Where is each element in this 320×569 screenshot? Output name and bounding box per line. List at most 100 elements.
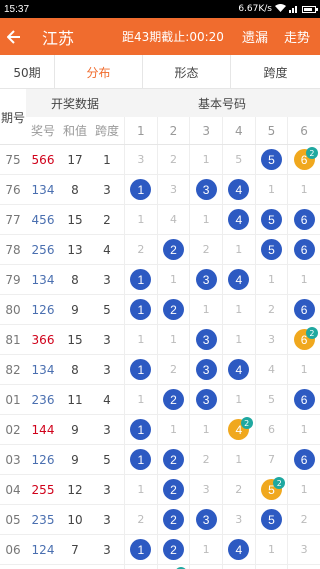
number-ball: 5 [260, 239, 282, 260]
span-cell: 4 [103, 242, 111, 257]
number-ball: 1 [130, 299, 152, 320]
span-cell: 5 [103, 302, 111, 317]
miss-count: 2 [235, 483, 243, 496]
number-ball: 2 [162, 449, 184, 470]
base-number-cell: 1 [124, 325, 157, 354]
base-number-cell: 3 [189, 565, 222, 569]
base-number-cell: 62 [287, 325, 320, 354]
network-speed: 6.67K/s [238, 4, 272, 14]
base-number-cell: 3 [189, 265, 222, 294]
trend-button[interactable]: 走势 [284, 27, 310, 46]
base-number-cell: 3 [287, 535, 320, 564]
tab-shape[interactable]: 形态 [143, 55, 231, 89]
base-number-header: 4 [221, 117, 255, 144]
base-number-cell: 1 [287, 475, 320, 504]
number-ball: 3 [195, 359, 217, 380]
table-row: 04 255 12 3 1 2 3 2 5 2 1 [0, 475, 320, 505]
base-number-cell: 1 [221, 385, 255, 414]
base-number-cell: 1 [124, 385, 157, 414]
missing-stats-button[interactable]: 遗漏 [242, 27, 268, 46]
number-ball: 6 [293, 209, 315, 230]
base-number-header: 6 [287, 117, 320, 144]
sum-cell: 9 [71, 302, 79, 317]
miss-count: 1 [137, 333, 145, 346]
repeat-count-badge: 2 [240, 417, 253, 429]
miss-count: 1 [235, 243, 243, 256]
number-ball: 2 [162, 389, 184, 410]
issue-cell: 78 [5, 242, 21, 257]
miss-count: 1 [202, 213, 210, 226]
number-ball: 2 [162, 539, 184, 560]
issue-cell: 82 [5, 362, 21, 377]
table-row: 75 566 17 1 3 2 1 5 5 6 2 [0, 145, 320, 175]
base-number-cell: 1 [254, 265, 288, 294]
base-number-cell: 2 [156, 475, 190, 504]
issue-cell: 03 [5, 452, 21, 467]
tab-span[interactable]: 跨度 [231, 55, 320, 89]
tab-distribution[interactable]: 分布 [55, 55, 143, 89]
sum-cell: 8 [71, 182, 79, 197]
base-number-cell: 6 [254, 415, 288, 444]
table-row: 78 256 13 4 2 2 2 1 5 6 [0, 235, 320, 265]
base-number-cell: 6 [287, 445, 320, 474]
base-number-cell: 5 [254, 205, 288, 234]
miss-count: 1 [235, 453, 243, 466]
miss-count: 1 [267, 543, 275, 556]
span-cell: 3 [103, 272, 111, 287]
table-row: 81 366 15 3 1 1 3 1 3 6 2 [0, 325, 320, 355]
base-number-cell: 3 [254, 325, 288, 354]
back-button[interactable] [0, 18, 28, 55]
span-cell: 3 [103, 362, 111, 377]
span-cell: 2 [103, 212, 111, 227]
base-number-cell: 2 [156, 535, 190, 564]
miss-count: 6 [267, 423, 275, 436]
base-number-cell: 1 [221, 325, 255, 354]
number-ball: 6 [293, 299, 315, 320]
base-number-cell: 2 [156, 505, 190, 534]
base-number-cell: 2 [254, 295, 288, 324]
number-ball: 5 [260, 509, 282, 530]
miss-count: 1 [300, 273, 308, 286]
miss-count: 4 [267, 363, 275, 376]
miss-count: 2 [137, 513, 145, 526]
miss-count: 1 [202, 303, 210, 316]
base-number-cell: 2 [124, 505, 157, 534]
issue-cell: 05 [5, 512, 21, 527]
base-number-cell: 7 [254, 445, 288, 474]
base-number-cell: 2 [156, 355, 190, 384]
wifi-icon [275, 3, 286, 15]
issue-cell: 02 [5, 422, 21, 437]
number-ball: 5 [260, 149, 282, 170]
base-number-cell: 2 [156, 145, 190, 174]
number-ball: 4 [228, 269, 250, 290]
base-number-cell: 2 [287, 505, 320, 534]
base-number-cell: 6 [287, 295, 320, 324]
draw-number-cell: 223 [26, 565, 60, 569]
miss-count: 2 [202, 243, 210, 256]
issue-cell: 07 [0, 565, 26, 569]
base-number-cell: 3 [189, 175, 222, 204]
base-number-cell: 1 [124, 295, 157, 324]
base-number-cell: 52 [254, 475, 288, 504]
miss-count: 1 [137, 213, 145, 226]
number-ball: 3 [195, 389, 217, 410]
miss-count: 1 [169, 333, 177, 346]
sum-cell: 15 [67, 212, 83, 227]
base-number-cell: 4 [221, 265, 255, 294]
miss-count: 3 [267, 333, 275, 346]
sum-cell: 13 [67, 242, 83, 257]
base-number-cell: 1 [287, 355, 320, 384]
base-number-cell: 3 [221, 505, 255, 534]
issue-cell: 01 [5, 392, 21, 407]
table-row: 03 126 9 5 1 2 2 1 7 6 [0, 445, 320, 475]
miss-count: 1 [267, 183, 275, 196]
base-number-header: 1 [124, 117, 157, 144]
battery-icon [302, 5, 318, 13]
sum-cell: 8 [71, 272, 79, 287]
repeat-count-badge: 2 [305, 147, 318, 159]
number-ball: 3 [195, 509, 217, 530]
issue-cell: 06 [5, 542, 21, 557]
countdown-text: 距43期截止:00:20 [122, 30, 224, 44]
tab-50-issues[interactable]: 50期 [0, 55, 55, 89]
base-number-cell: 5 [254, 145, 288, 174]
